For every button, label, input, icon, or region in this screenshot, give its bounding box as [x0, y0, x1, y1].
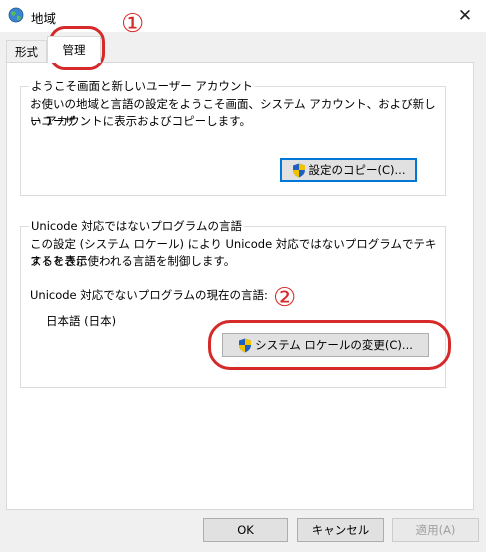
- cancel-button[interactable]: キャンセル: [297, 518, 384, 542]
- welcome-description-line2: ー アカウントに表示およびコピーします。: [30, 114, 252, 128]
- globe-icon: [8, 7, 24, 23]
- annotation-marker-1: ①: [121, 9, 145, 39]
- copy-settings-button[interactable]: 設定のコピー(C)...: [280, 158, 417, 182]
- unicode-description-line2: するときに使われる言語を制御します。: [30, 254, 236, 268]
- ok-label: OK: [237, 523, 254, 537]
- close-button[interactable]: ✕: [444, 0, 486, 32]
- uac-shield-icon: [292, 163, 305, 177]
- uac-shield-icon: [239, 338, 252, 352]
- unicode-programs-group: Unicode 対応ではないプログラムの言語 この設定 (システム ロケール) …: [20, 219, 446, 388]
- tab-administrative[interactable]: 管理: [47, 36, 101, 63]
- tab-format[interactable]: 形式: [6, 40, 47, 62]
- cancel-label: キャンセル: [311, 523, 370, 537]
- current-language-label: Unicode 対応でないプログラムの現在の言語:: [30, 288, 268, 302]
- apply-label: 適用(A): [415, 523, 456, 537]
- apply-button[interactable]: 適用(A): [392, 518, 479, 542]
- unicode-group-legend: Unicode 対応ではないプログラムの言語: [29, 219, 244, 233]
- window-title: 地域: [31, 11, 57, 26]
- close-icon: ✕: [457, 6, 473, 26]
- title-bar: 地域 ✕: [0, 0, 486, 32]
- change-system-locale-button[interactable]: システム ロケールの変更(C)...: [222, 333, 429, 357]
- tab-format-label: 形式: [15, 44, 38, 59]
- ok-button[interactable]: OK: [203, 518, 288, 542]
- current-language-value: 日本語 (日本): [46, 314, 117, 328]
- tab-panel: ようこそ画面と新しいユーザー アカウント お使いの地域と言語の設定をようこそ画面…: [6, 62, 474, 510]
- change-system-locale-label: システム ロケールの変更(C)...: [255, 338, 413, 352]
- welcome-group-legend: ようこそ画面と新しいユーザー アカウント: [29, 79, 255, 93]
- annotation-marker-2: ②: [273, 283, 297, 313]
- tab-administrative-label: 管理: [62, 43, 86, 57]
- copy-settings-label: 設定のコピー(C)...: [308, 163, 406, 177]
